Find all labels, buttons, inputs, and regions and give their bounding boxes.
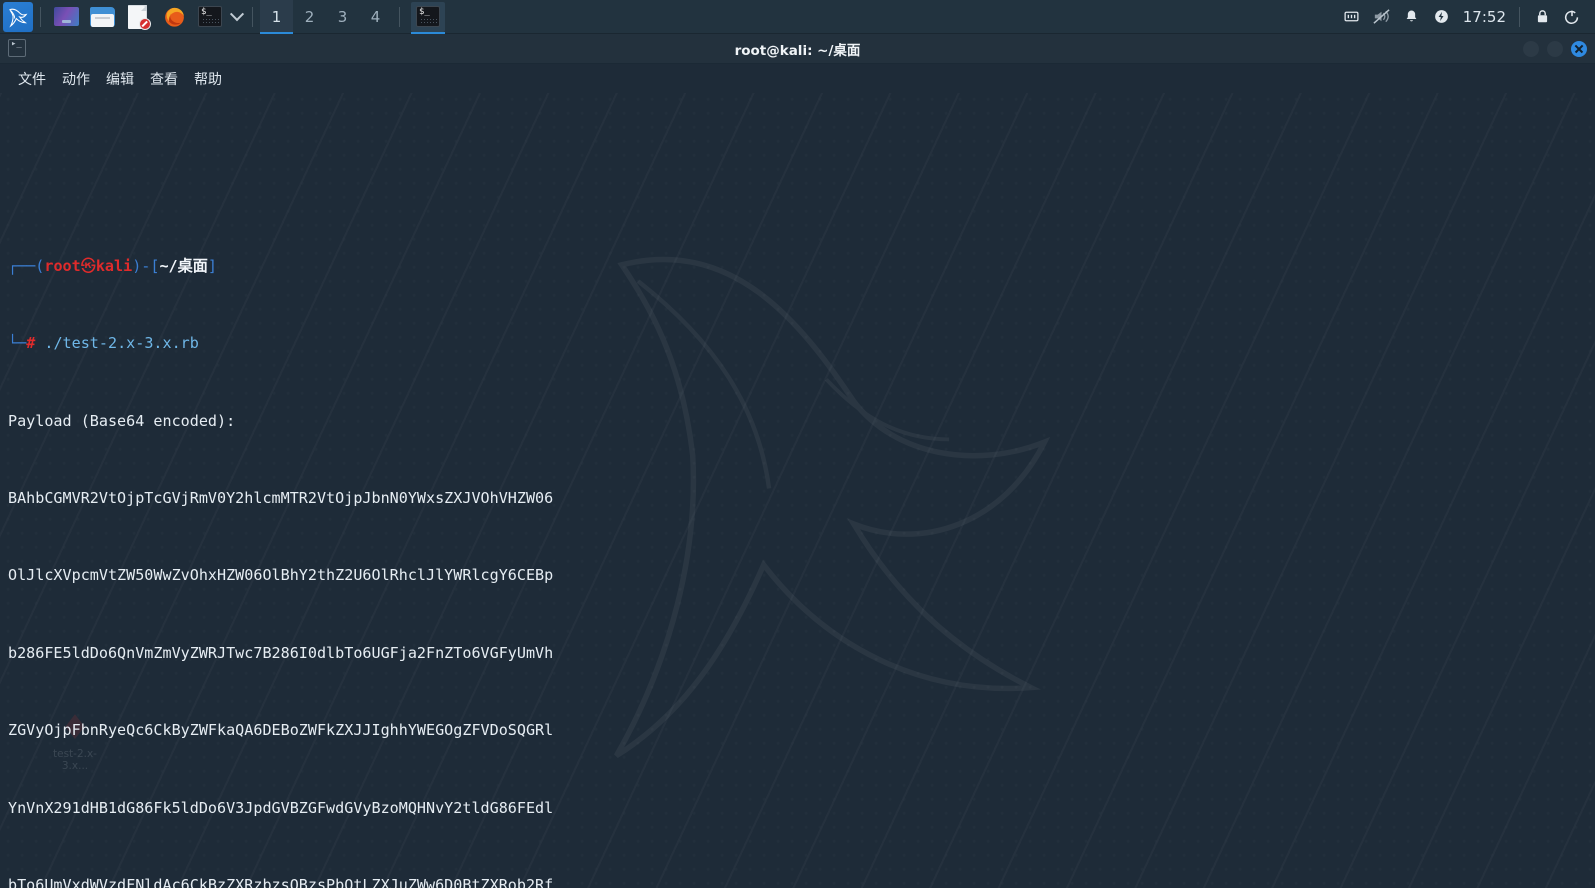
system-tray: 17:52 (1337, 0, 1595, 34)
panel-separator-4 (1519, 7, 1520, 27)
prompt-close-bracket-1: ] (208, 257, 217, 275)
window-titlebar[interactable]: root@kali: ~/桌面 (0, 34, 1595, 64)
command-line-1: └─# ./test-2.x-3.x.rb (8, 331, 1587, 357)
prompt-close-paren-1: )- (132, 257, 150, 275)
prompt-corner-top-1: ┌── (8, 257, 35, 275)
output-line-1-0: Payload (Base64 encoded): (8, 409, 1587, 435)
folder-icon (90, 7, 115, 27)
output-line-1-3: b286FE5ldDo6QnVmZmVyZWRJTwc7B286I0dlbTo6… (8, 641, 1587, 667)
output-line-1-4: ZGVyOjpFbnRyeQc6CkByZWFkaQA6DEBoZWFkZXJJ… (8, 718, 1587, 744)
output-line-1-1: BAhbCGMVR2VtOjpTcGVjRmV0Y2hlcmMTR2VtOjpJ… (8, 486, 1587, 512)
prompt-at-1: ㉿ (81, 257, 96, 275)
menu-help[interactable]: 帮助 (186, 67, 230, 91)
prompt-hash-1: # (26, 334, 35, 352)
terminal-block-1: ┌──(root㉿kali)-[~/桌面] └─# ./test-2.x-3.x… (8, 202, 1587, 888)
text-editor-icon[interactable] (123, 2, 153, 32)
panel-launchers: 1 2 3 4 (0, 0, 445, 34)
panel-separator-3 (399, 7, 400, 27)
document-icon (128, 5, 149, 29)
workspace-2[interactable]: 2 (293, 0, 326, 34)
window-controls (1515, 34, 1587, 64)
workspace-3-label: 3 (338, 8, 348, 26)
workspace-3[interactable]: 3 (326, 0, 359, 34)
show-desktop-icon[interactable] (51, 2, 81, 32)
menu-edit[interactable]: 编辑 (98, 67, 142, 91)
output-line-1-6: bTo6UmVxdWVzdFNldAc6CkBzZXRzbzsOBzsPbQtL… (8, 873, 1587, 888)
terminal-output[interactable]: ┌──(root㉿kali)-[~/桌面] └─# ./test-2.x-3.x… (0, 93, 1595, 888)
workspace-4-label: 4 (371, 8, 381, 26)
taskbar-terminal-icon (416, 6, 440, 27)
workspace-4[interactable]: 4 (359, 0, 392, 34)
output-line-1-2: OlJlcXVpcmVtZW50WwZvOhxHZW06OlBhY2thZ2U6… (8, 563, 1587, 589)
firefox-icon[interactable] (159, 2, 189, 32)
top-panel: 1 2 3 4 (0, 0, 1595, 34)
terminal-window: root@kali: ~/桌面 文件 动作 编辑 查看 帮助 ♦ test-2.… (0, 34, 1595, 888)
window-title: root@kali: ~/桌面 (735, 39, 861, 59)
prompt-corner-bottom-1: └─ (8, 334, 26, 352)
workspace-2-label: 2 (305, 8, 315, 26)
prompt-user-1: root (44, 257, 80, 275)
lock-icon[interactable] (1527, 2, 1557, 32)
workspace-1[interactable]: 1 (260, 0, 293, 34)
output-line-1-5: YnVnX291dHB1dG86Fk5ldDo6V3JpdGVBZGFwdGVy… (8, 796, 1587, 822)
menubar: 文件 动作 编辑 查看 帮助 (0, 64, 1595, 93)
workspace-switcher: 1 2 3 4 (260, 0, 392, 34)
workspace-1-label: 1 (272, 8, 282, 26)
prompt-line-top-1: ┌──(root㉿kali)-[~/桌面] (8, 254, 1587, 280)
notifications-bell-icon[interactable] (1397, 2, 1427, 32)
firefox-glyph-icon (162, 4, 187, 29)
menu-view[interactable]: 查看 (142, 67, 186, 91)
taskbar-item-terminal[interactable] (411, 2, 445, 32)
panel-separator-1 (40, 7, 41, 27)
logout-icon[interactable] (1557, 2, 1587, 32)
prompt-path-1: ~/桌面 (159, 257, 207, 275)
power-icon[interactable] (1427, 2, 1457, 32)
command-text-1: ./test-2.x-3.x.rb (44, 334, 198, 352)
clock[interactable]: 17:52 (1457, 8, 1512, 26)
maximize-button[interactable] (1547, 41, 1563, 57)
kali-menu-button[interactable] (3, 2, 33, 32)
window-terminal-icon (8, 39, 26, 57)
panel-separator-2 (252, 7, 253, 27)
minimize-button[interactable] (1523, 41, 1539, 57)
menu-file[interactable]: 文件 (10, 67, 54, 91)
network-icon[interactable] (1337, 2, 1367, 32)
prompt-open-paren-1: ( (35, 257, 44, 275)
file-manager-icon[interactable] (87, 2, 117, 32)
close-button[interactable] (1571, 41, 1587, 57)
kali-dragon-logo-icon (5, 4, 31, 30)
terminal-body[interactable]: ♦ test-2.x-3.x... ┌──(root㉿kali)-[~/桌面] … (0, 93, 1595, 888)
terminal-icon[interactable] (195, 2, 225, 32)
prompt-host-1: kali (96, 257, 132, 275)
chevron-down-icon[interactable] (229, 2, 245, 32)
desktop-thumb-icon (54, 7, 79, 26)
menu-actions[interactable]: 动作 (54, 67, 98, 91)
terminal-glyph-icon (198, 6, 222, 27)
volume-muted-icon[interactable] (1367, 2, 1397, 32)
